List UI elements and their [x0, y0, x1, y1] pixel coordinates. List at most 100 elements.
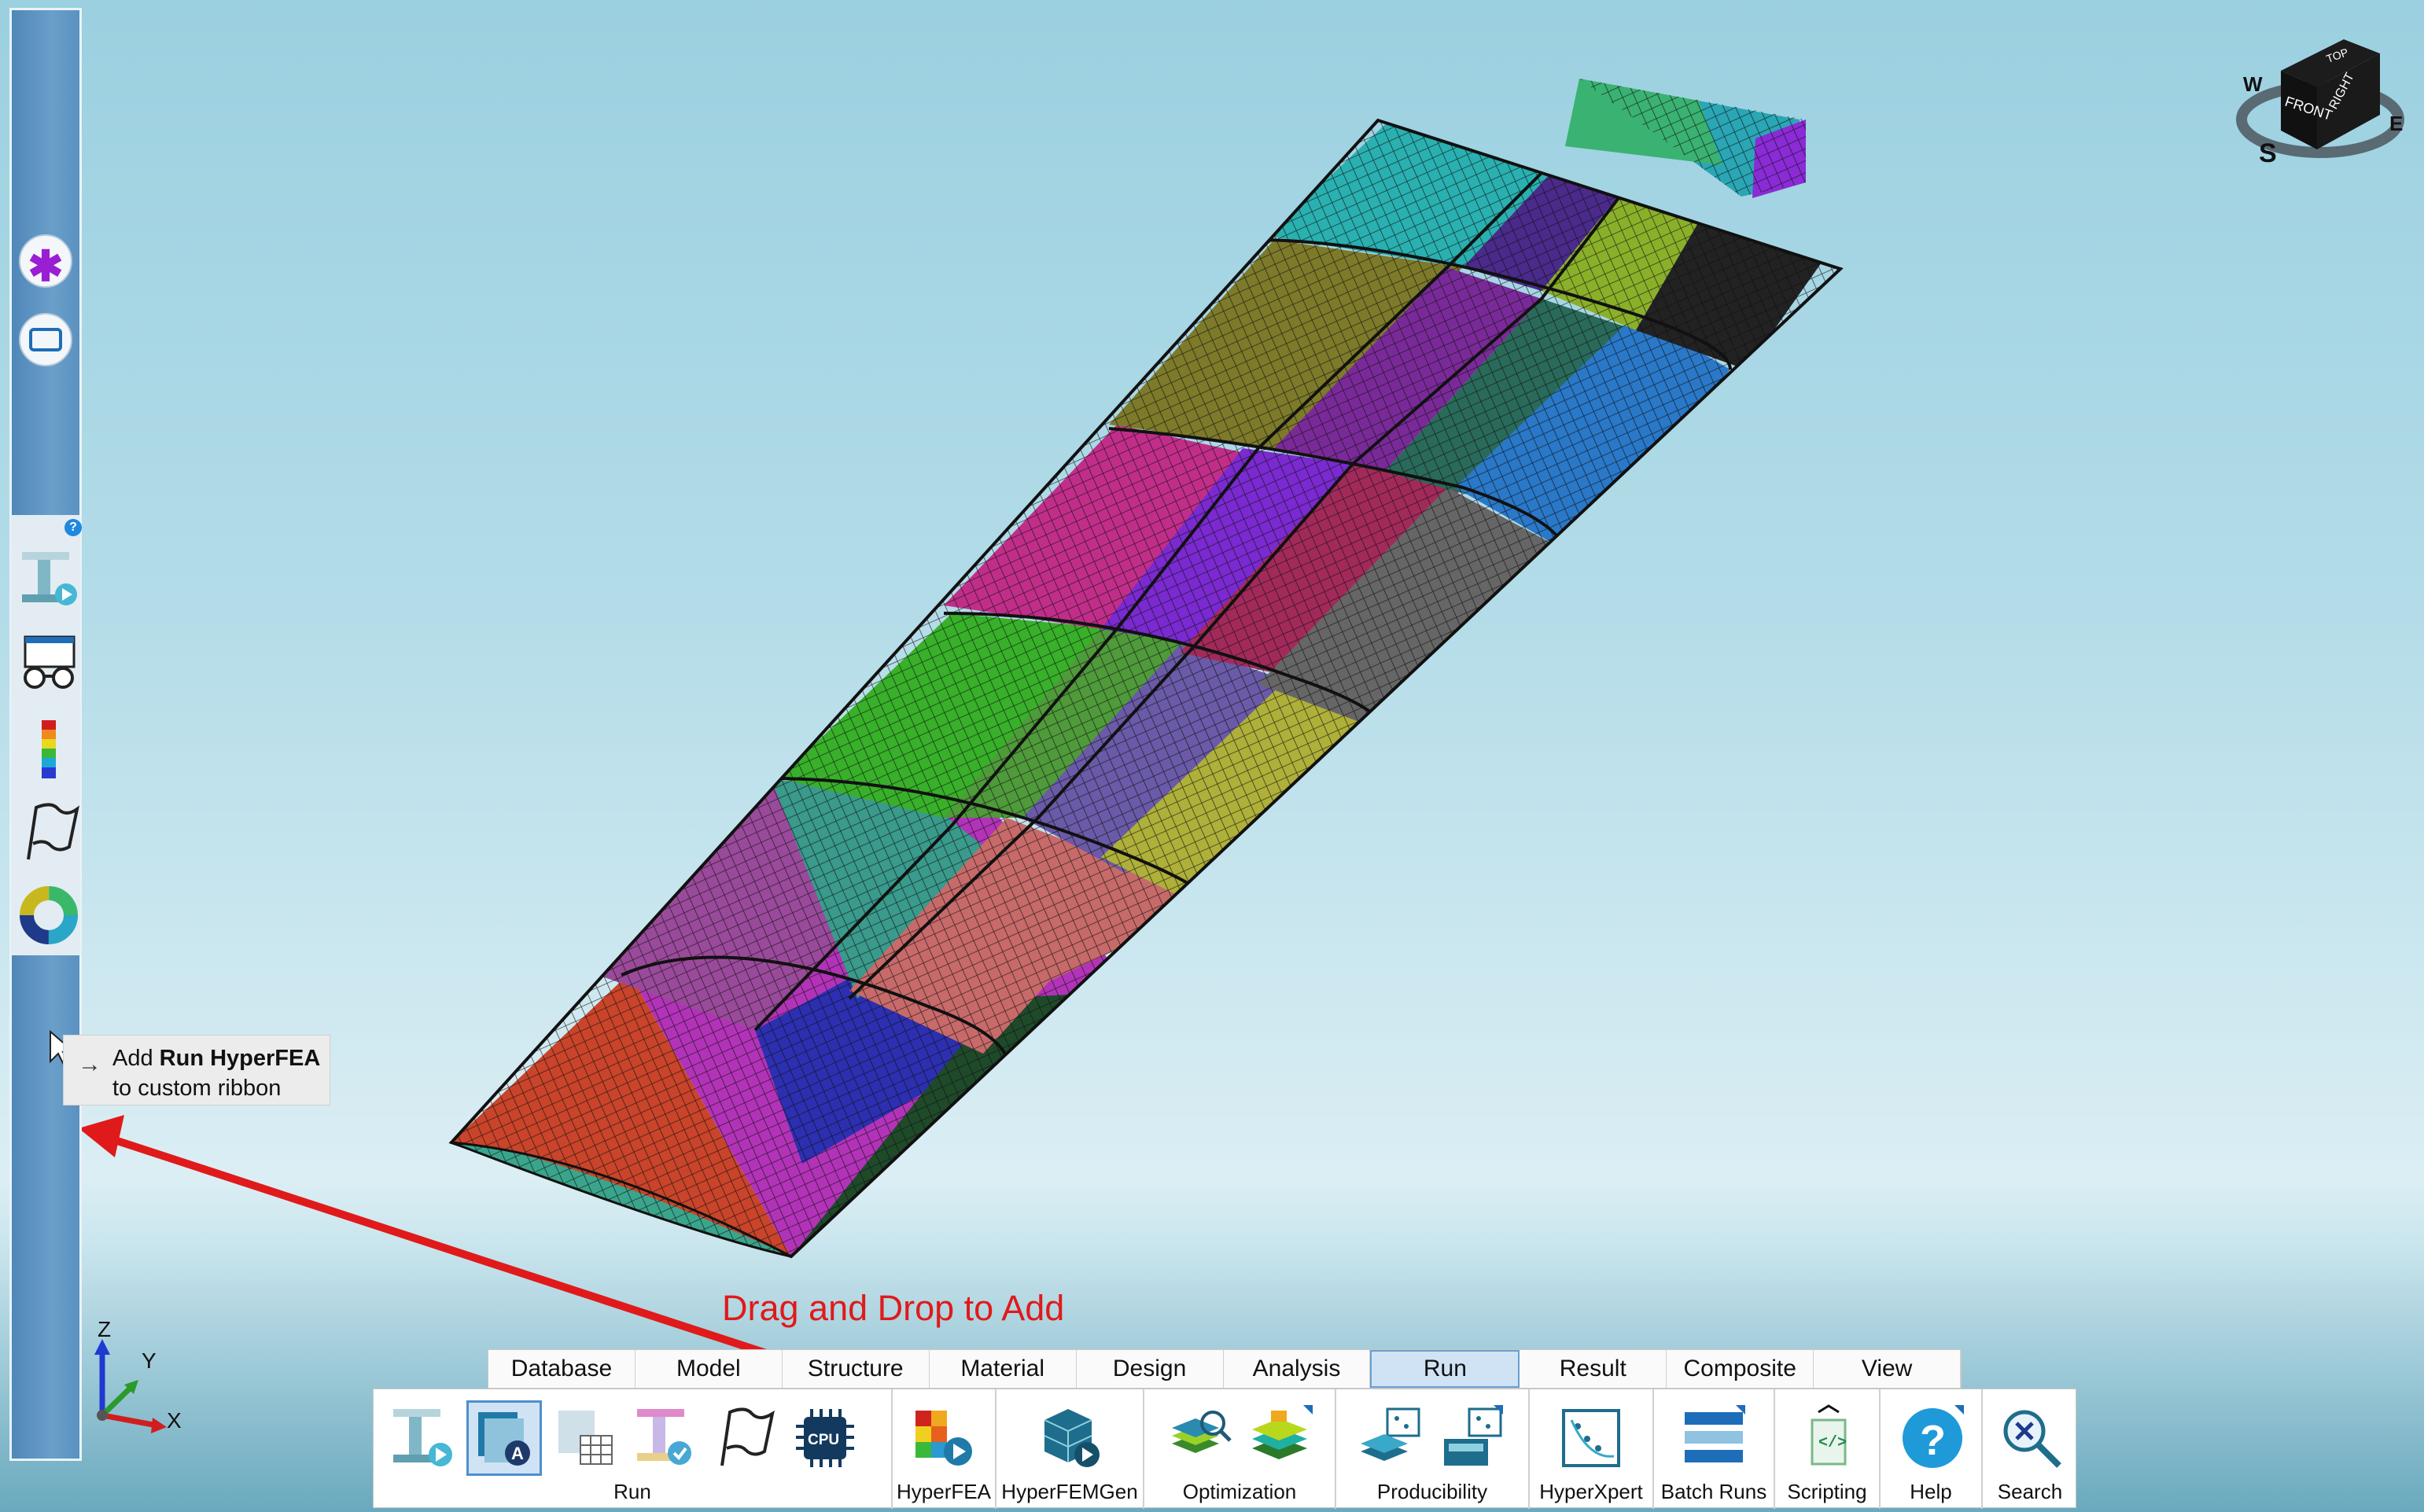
group-help-label: Help	[1910, 1480, 1952, 1503]
tab-material[interactable]: Material	[930, 1350, 1077, 1388]
group-optimization-label: Optimization	[1182, 1480, 1297, 1503]
tab-structure[interactable]: Structure	[783, 1350, 930, 1388]
tooltip: → Add Run HyperFEA to custom ribbon	[63, 1035, 330, 1105]
group-search-label: Search	[1997, 1480, 2063, 1503]
compass-s-label[interactable]: S	[2259, 138, 2277, 168]
hyperxpert-button[interactable]	[1553, 1400, 1629, 1476]
run-flag-button[interactable]	[707, 1400, 783, 1476]
producibility-menu-corner-icon[interactable]	[1494, 1405, 1503, 1415]
hyperfea-icon	[915, 1411, 972, 1466]
group-hyperxpert: HyperXpert	[1530, 1389, 1654, 1509]
flag-icon	[720, 1407, 775, 1466]
tab-design[interactable]: Design	[1077, 1350, 1224, 1388]
rectangle-button[interactable]	[19, 313, 72, 366]
tab-view[interactable]: View	[1814, 1350, 1962, 1388]
cpu-icon: CPU	[796, 1409, 854, 1467]
run-auto-button[interactable]: A	[466, 1400, 542, 1476]
producibility-sheet-button[interactable]	[1434, 1400, 1509, 1476]
scripting-button[interactable]: </>	[1791, 1400, 1866, 1476]
tab-result[interactable]: Result	[1520, 1350, 1667, 1388]
donut-icon	[20, 886, 78, 944]
hyperfea-button[interactable]	[907, 1400, 982, 1476]
axis-z-label: Z	[98, 1317, 112, 1341]
producibility-stack-icon	[1361, 1407, 1420, 1461]
optimization-menu-corner-icon[interactable]	[1303, 1405, 1313, 1415]
legend-tool[interactable]	[17, 716, 80, 785]
producibility-stack-button[interactable]	[1352, 1400, 1428, 1476]
tooltip-line2: to custom ribbon	[112, 1076, 282, 1101]
flag-icon	[27, 803, 80, 860]
run-model-button[interactable]	[386, 1400, 462, 1476]
group-hyperfea-label: HyperFEA	[897, 1480, 991, 1503]
compass-w-label[interactable]: W	[2243, 72, 2263, 96]
help-button[interactable]: ?	[1895, 1400, 1970, 1476]
run-auto-icon: A	[478, 1412, 530, 1466]
donut-tool[interactable]	[17, 881, 80, 950]
hyperxpert-icon	[1562, 1409, 1620, 1467]
axis-triad: Z Y X	[79, 1317, 197, 1443]
tab-database[interactable]: Database	[488, 1350, 635, 1388]
group-search: Search	[1983, 1389, 2077, 1509]
asterisk-button[interactable]: ✱	[19, 234, 72, 288]
group-producibility: Producibility	[1336, 1389, 1530, 1509]
group-hyperfemgen-label: HyperFEMGen	[1001, 1480, 1138, 1503]
check-model-icon	[637, 1409, 691, 1465]
group-hyperfea: HyperFEA	[893, 1389, 996, 1509]
model-run-icon	[393, 1409, 452, 1466]
legend-icon	[42, 720, 56, 778]
axis-y-label: Y	[142, 1348, 157, 1373]
group-hyperfemgen: HyperFEMGen	[996, 1389, 1144, 1509]
tab-composite[interactable]: Composite	[1667, 1350, 1814, 1388]
cpu-label: CPU	[808, 1432, 839, 1448]
group-scripting: </> Scripting	[1775, 1389, 1881, 1509]
hyperfea-application: { "tooltip": {"prefix": "Add ", "bold": …	[0, 0, 2424, 1512]
scripting-icon: </>	[1811, 1404, 1847, 1466]
tab-model[interactable]: Model	[635, 1350, 783, 1388]
run-cpu-button[interactable]: CPU	[787, 1400, 863, 1476]
help-menu-corner-icon[interactable]	[1954, 1405, 1964, 1415]
model-run-icon	[22, 552, 77, 605]
asterisk-icon: ✱	[28, 243, 64, 290]
svg-text:</>: </>	[1818, 1434, 1847, 1452]
group-help: ? Help	[1881, 1389, 1983, 1509]
rectangle-icon	[29, 328, 62, 351]
tab-run[interactable]: Run	[1370, 1350, 1520, 1388]
tab-analysis[interactable]: Analysis	[1224, 1350, 1371, 1388]
group-run-label: Run	[613, 1480, 651, 1503]
group-run: A CPU Run	[374, 1389, 893, 1509]
view-cube[interactable]: TOP FRONT RIGHT W S E	[2226, 16, 2407, 173]
group-producibility-label: Producibility	[1376, 1480, 1488, 1503]
tooltip-command: Run HyperFEA	[159, 1046, 321, 1071]
search-icon	[2003, 1410, 2061, 1468]
group-scripting-label: Scripting	[1787, 1480, 1867, 1503]
optimization-search-button[interactable]	[1163, 1400, 1239, 1476]
group-batch-runs-label: Batch Runs	[1660, 1480, 1767, 1503]
drag-drop-hint: Drag and Drop to Add	[722, 1288, 1065, 1328]
help-badge-icon[interactable]: ?	[64, 519, 82, 536]
svg-text:?: ?	[1920, 1417, 1946, 1464]
review-tool[interactable]	[17, 629, 80, 698]
hyperfemgen-icon	[1044, 1409, 1100, 1467]
table-icon	[558, 1411, 613, 1465]
group-optimization: Optimization	[1144, 1389, 1336, 1509]
wing-mesh	[448, 79, 1844, 1259]
batch-runs-button[interactable]	[1676, 1400, 1752, 1476]
run-check-button[interactable]	[627, 1400, 702, 1476]
group-hyperxpert-label: HyperXpert	[1539, 1480, 1643, 1503]
model-run-tool[interactable]	[17, 543, 80, 612]
batch-menu-corner-icon[interactable]	[1736, 1405, 1745, 1415]
ribbon-tab-bar: Database Model Structure Material Design…	[488, 1349, 1962, 1389]
hyperfemgen-button[interactable]	[1033, 1400, 1108, 1476]
svg-text:A: A	[511, 1444, 524, 1463]
optimization-search-icon	[1172, 1411, 1232, 1453]
search-button[interactable]	[1994, 1400, 2069, 1476]
model-viewport[interactable]	[0, 0, 2424, 1512]
run-table-button[interactable]	[547, 1400, 622, 1476]
tooltip-prefix: Add	[112, 1046, 160, 1071]
arrow-right-icon: →	[78, 1051, 101, 1077]
compass-e-label[interactable]: E	[2389, 112, 2403, 135]
ribbon-toolbar: A CPU Run HyperFEA HyperFEMGen Optimizat…	[373, 1389, 2077, 1509]
flag-tool[interactable]	[17, 798, 80, 867]
optimization-layers-button[interactable]	[1243, 1400, 1319, 1476]
glasses-icon	[24, 635, 76, 689]
